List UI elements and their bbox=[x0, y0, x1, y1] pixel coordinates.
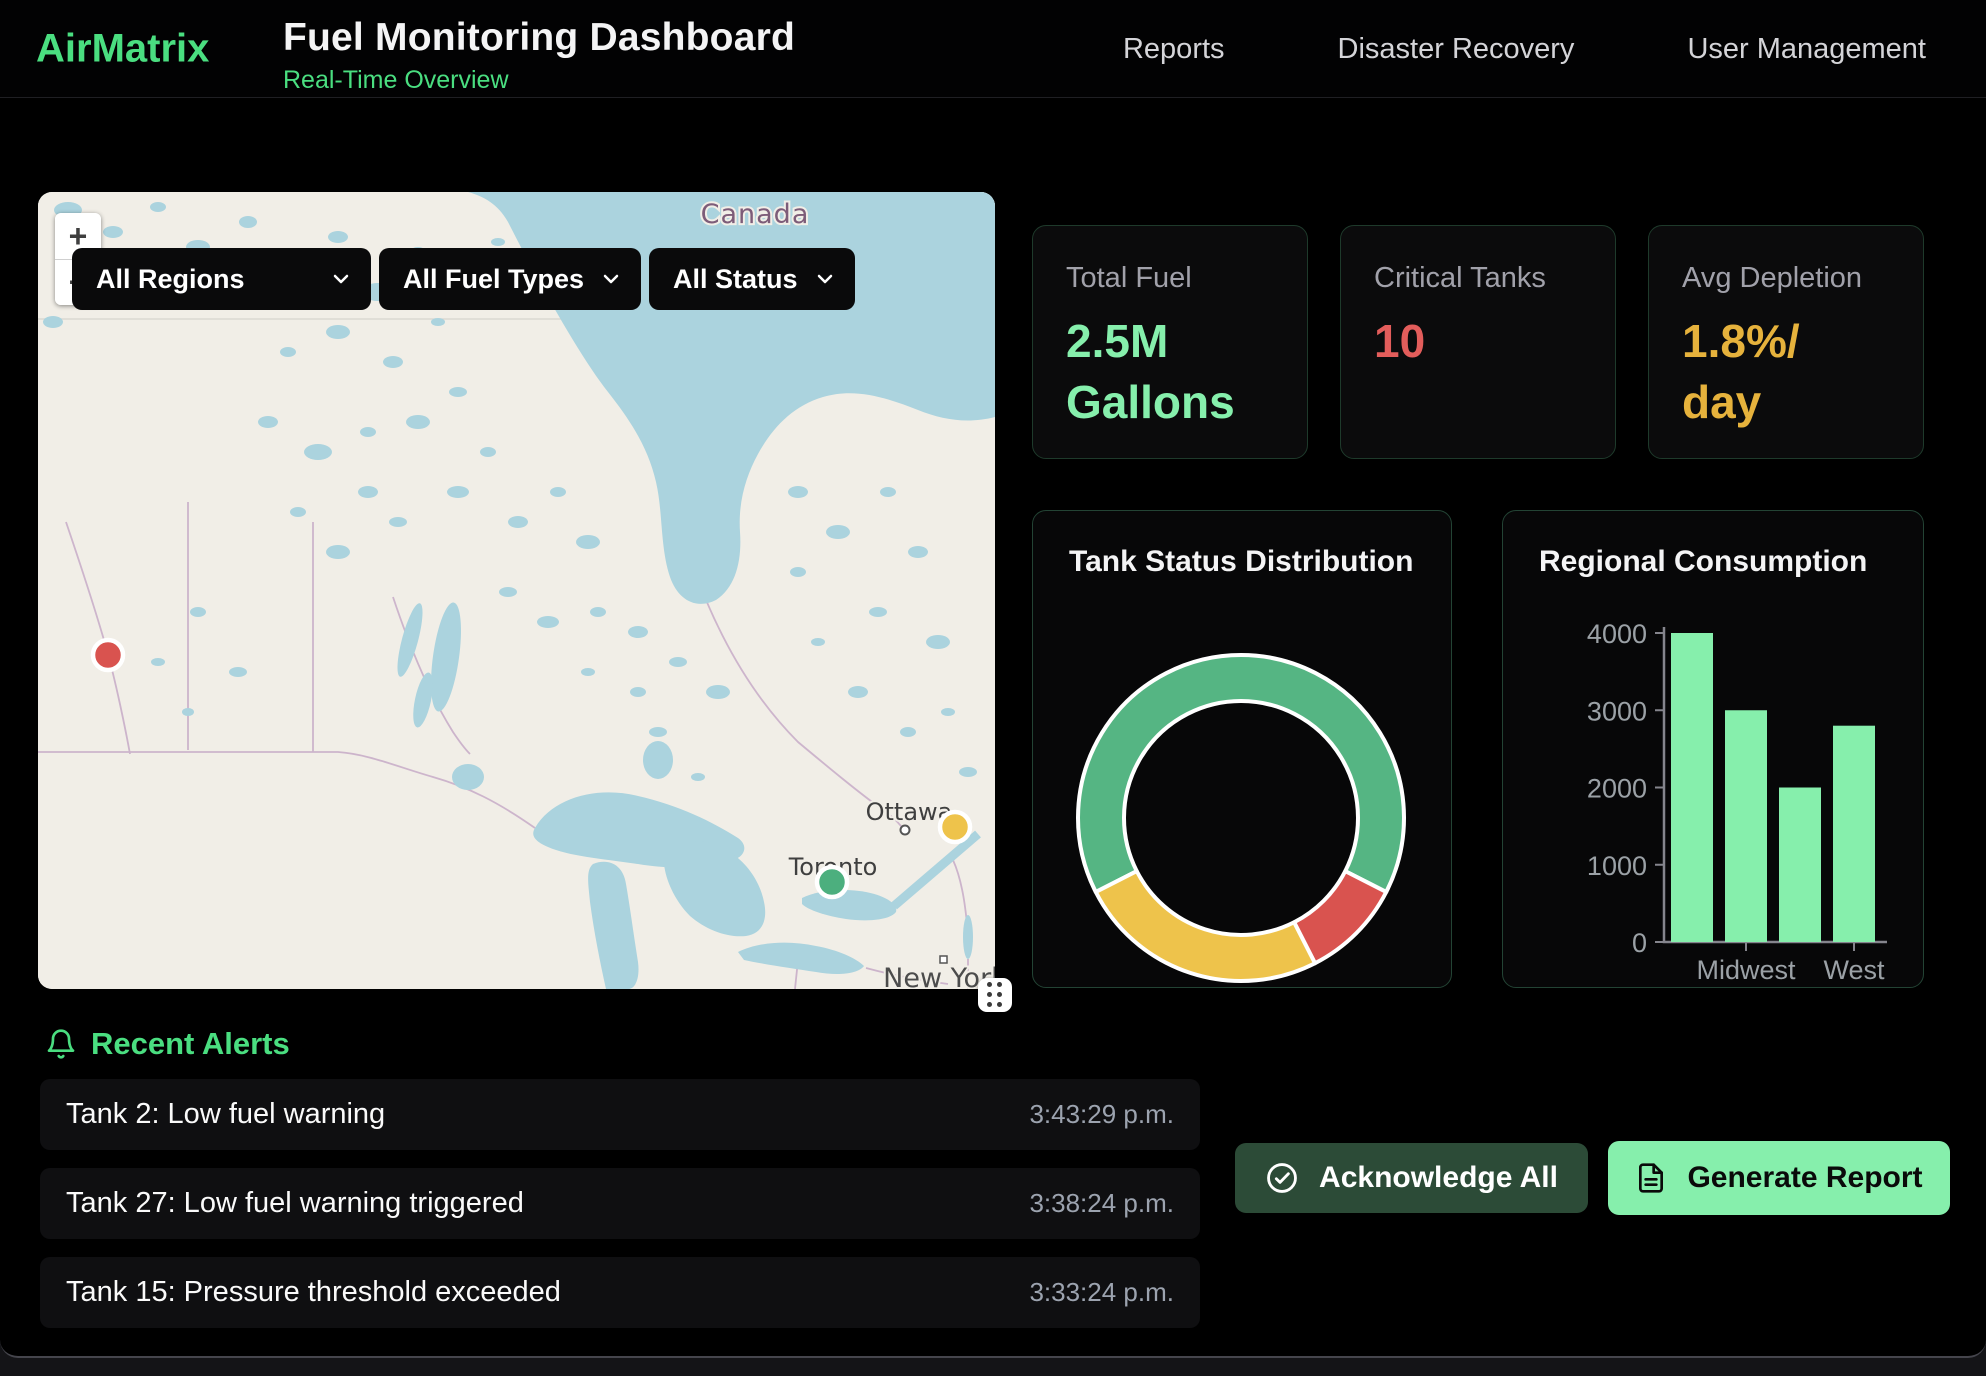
alert-message: Tank 27: Low fuel warning triggered bbox=[66, 1187, 524, 1220]
svg-text:4000: 4000 bbox=[1587, 619, 1647, 649]
nav-item-user-management[interactable]: User Management bbox=[1687, 33, 1926, 66]
svg-text:2000: 2000 bbox=[1587, 774, 1647, 804]
donut-slice-warning bbox=[1096, 871, 1315, 981]
svg-text:3000: 3000 bbox=[1587, 696, 1647, 726]
alert-row[interactable]: Tank 15: Pressure threshold exceeded 3:3… bbox=[40, 1257, 1200, 1328]
alert-message: Tank 15: Pressure threshold exceeded bbox=[66, 1276, 561, 1309]
stat-card-total-fuel: Total Fuel 2.5MGallons bbox=[1032, 225, 1308, 459]
ottawa-city-dot bbox=[901, 826, 910, 835]
nav-item-disaster-recovery[interactable]: Disaster Recovery bbox=[1338, 33, 1575, 66]
title-block: Fuel Monitoring Dashboard Real-Time Over… bbox=[283, 16, 795, 95]
map-canvas[interactable]: Canada Ottawa Toronto New York bbox=[38, 192, 995, 989]
bar-region-2 bbox=[1779, 788, 1821, 943]
donut-chart-title: Tank Status Distribution bbox=[1069, 545, 1413, 579]
map-filter-bar: All Regions All Fuel Types All Status bbox=[72, 248, 855, 310]
bar-chart: 0 1000 2000 3000 4000 Midwest West bbox=[1503, 511, 1923, 987]
region-filter-value: All Regions bbox=[96, 264, 245, 295]
generate-report-label: Generate Report bbox=[1687, 1161, 1922, 1195]
donut-slice-normal bbox=[1078, 655, 1404, 892]
chevron-down-icon bbox=[599, 267, 623, 291]
stat-card-critical-tanks: Critical Tanks 10 bbox=[1340, 225, 1616, 459]
svg-text:1000: 1000 bbox=[1587, 851, 1647, 881]
bar-region-0 bbox=[1671, 633, 1713, 942]
map-resize-handle[interactable] bbox=[978, 978, 1012, 1012]
main-nav: Reports Disaster Recovery User Managemen… bbox=[1123, 0, 1926, 98]
country-label: Canada bbox=[701, 199, 810, 230]
tank-marker-warning[interactable] bbox=[940, 812, 970, 842]
bar-chart-title: Regional Consumption bbox=[1539, 545, 1867, 579]
stat-card-avg-depletion: Avg Depletion 1.8%/day bbox=[1648, 225, 1924, 459]
map-panel: Canada Ottawa Toronto New York + − All R… bbox=[38, 192, 995, 989]
alert-message: Tank 2: Low fuel warning bbox=[66, 1098, 385, 1131]
header: AirMatrix Fuel Monitoring Dashboard Real… bbox=[0, 0, 1986, 98]
stat-value: 10 bbox=[1374, 311, 1582, 372]
recent-alerts-heading: Recent Alerts bbox=[45, 1026, 290, 1062]
bar-region-3 bbox=[1833, 726, 1875, 942]
dashboard-window: AirMatrix Fuel Monitoring Dashboard Real… bbox=[0, 0, 1986, 1358]
alert-timestamp: 3:38:24 p.m. bbox=[1029, 1188, 1174, 1219]
bar-region-1 bbox=[1725, 710, 1767, 942]
donut-chart bbox=[1033, 511, 1451, 987]
alert-row[interactable]: Tank 2: Low fuel warning 3:43:29 p.m. bbox=[40, 1079, 1200, 1150]
fuel-type-filter-value: All Fuel Types bbox=[403, 264, 584, 295]
app-logo: AirMatrix bbox=[36, 26, 209, 71]
alert-row[interactable]: Tank 27: Low fuel warning triggered 3:38… bbox=[40, 1168, 1200, 1239]
acknowledge-all-label: Acknowledge All bbox=[1319, 1161, 1558, 1195]
status-filter-value: All Status bbox=[673, 264, 798, 295]
svg-text:0: 0 bbox=[1632, 928, 1647, 958]
dashboard-root: AirMatrix Fuel Monitoring Dashboard Real… bbox=[0, 0, 1986, 1376]
recent-alerts-title: Recent Alerts bbox=[91, 1026, 290, 1062]
stat-value: 2.5MGallons bbox=[1066, 311, 1274, 433]
page-title: Fuel Monitoring Dashboard bbox=[283, 16, 795, 60]
stat-label: Critical Tanks bbox=[1374, 262, 1582, 295]
chevron-down-icon bbox=[813, 267, 837, 291]
alert-timestamp: 3:33:24 p.m. bbox=[1029, 1277, 1174, 1308]
acknowledge-all-button[interactable]: Acknowledge All bbox=[1235, 1143, 1588, 1213]
regional-consumption-card: 0 1000 2000 3000 4000 Midwest West Regional Co… bbox=[1502, 510, 1924, 988]
svg-text:Midwest: Midwest bbox=[1696, 955, 1796, 985]
tank-marker-critical[interactable] bbox=[93, 640, 123, 670]
file-text-icon bbox=[1635, 1162, 1667, 1194]
stat-label: Avg Depletion bbox=[1682, 262, 1890, 295]
bell-icon bbox=[45, 1028, 77, 1060]
page-subtitle: Real-Time Overview bbox=[283, 66, 795, 95]
nav-item-reports[interactable]: Reports bbox=[1123, 33, 1225, 66]
tank-marker-normal[interactable] bbox=[817, 867, 847, 897]
chevron-down-icon bbox=[329, 267, 353, 291]
alert-timestamp: 3:43:29 p.m. bbox=[1029, 1099, 1174, 1130]
status-filter-dropdown[interactable]: All Status bbox=[649, 248, 855, 310]
svg-text:West: West bbox=[1823, 955, 1885, 985]
fuel-type-filter-dropdown[interactable]: All Fuel Types bbox=[379, 248, 641, 310]
new-york-city-dot bbox=[940, 956, 947, 963]
stat-label: Total Fuel bbox=[1066, 262, 1274, 295]
generate-report-button[interactable]: Generate Report bbox=[1608, 1141, 1950, 1215]
region-filter-dropdown[interactable]: All Regions bbox=[72, 248, 371, 310]
stat-value: 1.8%/day bbox=[1682, 311, 1890, 433]
tank-status-distribution-card: Tank Status Distribution bbox=[1032, 510, 1452, 988]
check-circle-icon bbox=[1265, 1161, 1299, 1195]
